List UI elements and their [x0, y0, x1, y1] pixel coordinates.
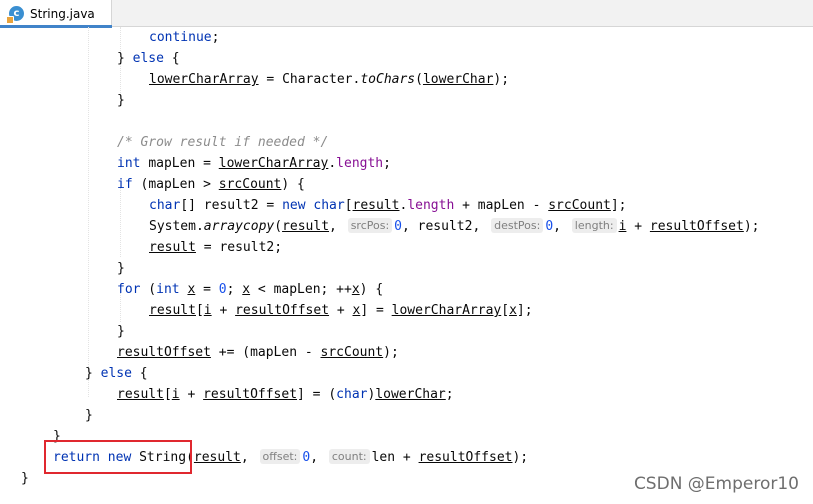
parameter-hint: offset: — [259, 449, 301, 464]
code-line: for (int x = 0; x < mapLen; ++x) { — [117, 282, 384, 297]
code-line: } — [117, 93, 125, 108]
indent-guide — [88, 27, 89, 397]
identifier: result2 — [203, 198, 259, 213]
identifier: lowerChar — [422, 72, 494, 87]
number-literal: 0 — [302, 450, 311, 465]
number-literal: 0 — [218, 282, 227, 297]
identifier: resultOffset — [235, 303, 330, 318]
identifier: i — [618, 219, 627, 234]
code-line: int mapLen = lowerCharArray.length; — [117, 156, 391, 171]
identifier: i — [171, 387, 180, 402]
code-line: result[i + resultOffset] = (char)lowerCh… — [117, 387, 454, 402]
identifier: mapLen — [148, 177, 196, 192]
identifier: mapLen — [148, 156, 196, 171]
identifier: lowerCharArray — [218, 156, 329, 171]
identifier: result — [282, 219, 330, 234]
code-line: } — [21, 471, 29, 486]
identifier: mapLen — [477, 198, 525, 213]
code-line: } — [117, 324, 125, 339]
identifier: resultOffset — [117, 345, 211, 360]
parameter-hint: count: — [328, 449, 370, 464]
identifier: lowerCharArray — [149, 72, 259, 87]
method-name: arraycopy — [203, 219, 275, 234]
code-line: result[i + resultOffset + x] = lowerChar… — [149, 303, 533, 318]
code-line: } — [117, 261, 125, 276]
keyword: else — [100, 366, 132, 381]
identifier: srcCount — [320, 345, 384, 360]
identifier: result2 — [417, 219, 473, 234]
identifier: x — [187, 282, 196, 297]
keyword: continue — [149, 30, 212, 45]
number-literal: 0 — [545, 219, 554, 234]
number-literal: 0 — [394, 219, 402, 234]
identifier: resultOffset — [203, 387, 298, 402]
identifier: result — [352, 198, 400, 213]
identifier: result — [149, 240, 196, 255]
keyword: for — [117, 282, 141, 297]
identifier: srcCount — [548, 198, 611, 213]
identifier: x — [509, 303, 517, 318]
keyword: if — [117, 177, 133, 192]
keyword: int — [117, 156, 141, 171]
code-line: resultOffset += (mapLen - srcCount); — [117, 345, 399, 360]
identifier: lowerCharArray — [391, 303, 502, 318]
keyword: new — [282, 198, 306, 213]
code-line: } else { — [85, 366, 148, 381]
parameter-hint: destPos: — [491, 218, 544, 233]
identifier: x — [242, 282, 251, 297]
keyword: char — [313, 198, 345, 213]
watermark: CSDN @Emperor10 — [633, 474, 799, 494]
code-line: } else { — [117, 51, 180, 66]
code-line: result = result2; — [149, 240, 283, 255]
code-line: System.arraycopy(result, srcPos: 0, resul… — [149, 218, 760, 234]
identifier: result — [193, 450, 241, 465]
parameter-hint: srcPos: — [347, 218, 393, 233]
identifier: x — [351, 282, 360, 297]
identifier: mapLen — [273, 282, 321, 297]
tab-string-java[interactable]: c String.java — [0, 0, 112, 28]
identifier: resultOffset — [418, 450, 513, 465]
java-class-icon: c — [6, 6, 24, 24]
code-editor[interactable]: continue; } else { lowerCharArray = Char… — [0, 27, 813, 504]
identifier: i — [203, 303, 212, 318]
indent-guide — [120, 187, 121, 257]
keyword: char — [149, 198, 181, 213]
identifier: lowerChar — [375, 387, 446, 402]
identifier: result2 — [219, 240, 275, 255]
code-line: continue; — [149, 30, 220, 45]
code-line: lowerCharArray = Character.toChars(lower… — [149, 72, 510, 87]
field: length — [336, 156, 384, 171]
identifier: srcCount — [218, 177, 282, 192]
identifier: result — [117, 387, 164, 402]
identifier: x — [352, 303, 361, 318]
identifier: resultOffset — [649, 219, 744, 234]
identifier: len — [371, 450, 396, 465]
keyword: int — [156, 282, 180, 297]
code-line: if (mapLen > srcCount) { — [117, 177, 305, 192]
field: length — [407, 198, 455, 213]
parameter-hint: length: — [571, 218, 617, 233]
identifier: result — [149, 303, 196, 318]
red-highlight-box — [44, 440, 192, 474]
identifier: mapLen — [250, 345, 298, 360]
code-line: char[] result2 = new char[result.length … — [149, 198, 627, 213]
identifier: System — [149, 219, 196, 234]
keyword: char — [336, 387, 368, 402]
code-comment: /* Grow result if needed */ — [117, 135, 329, 150]
method-name: toChars — [360, 72, 416, 87]
identifier: Character — [282, 72, 353, 87]
keyword: else — [132, 51, 164, 66]
tab-label: String.java — [30, 6, 95, 21]
editor-tab-bar: c String.java — [0, 0, 813, 28]
code-line: } — [85, 408, 93, 423]
